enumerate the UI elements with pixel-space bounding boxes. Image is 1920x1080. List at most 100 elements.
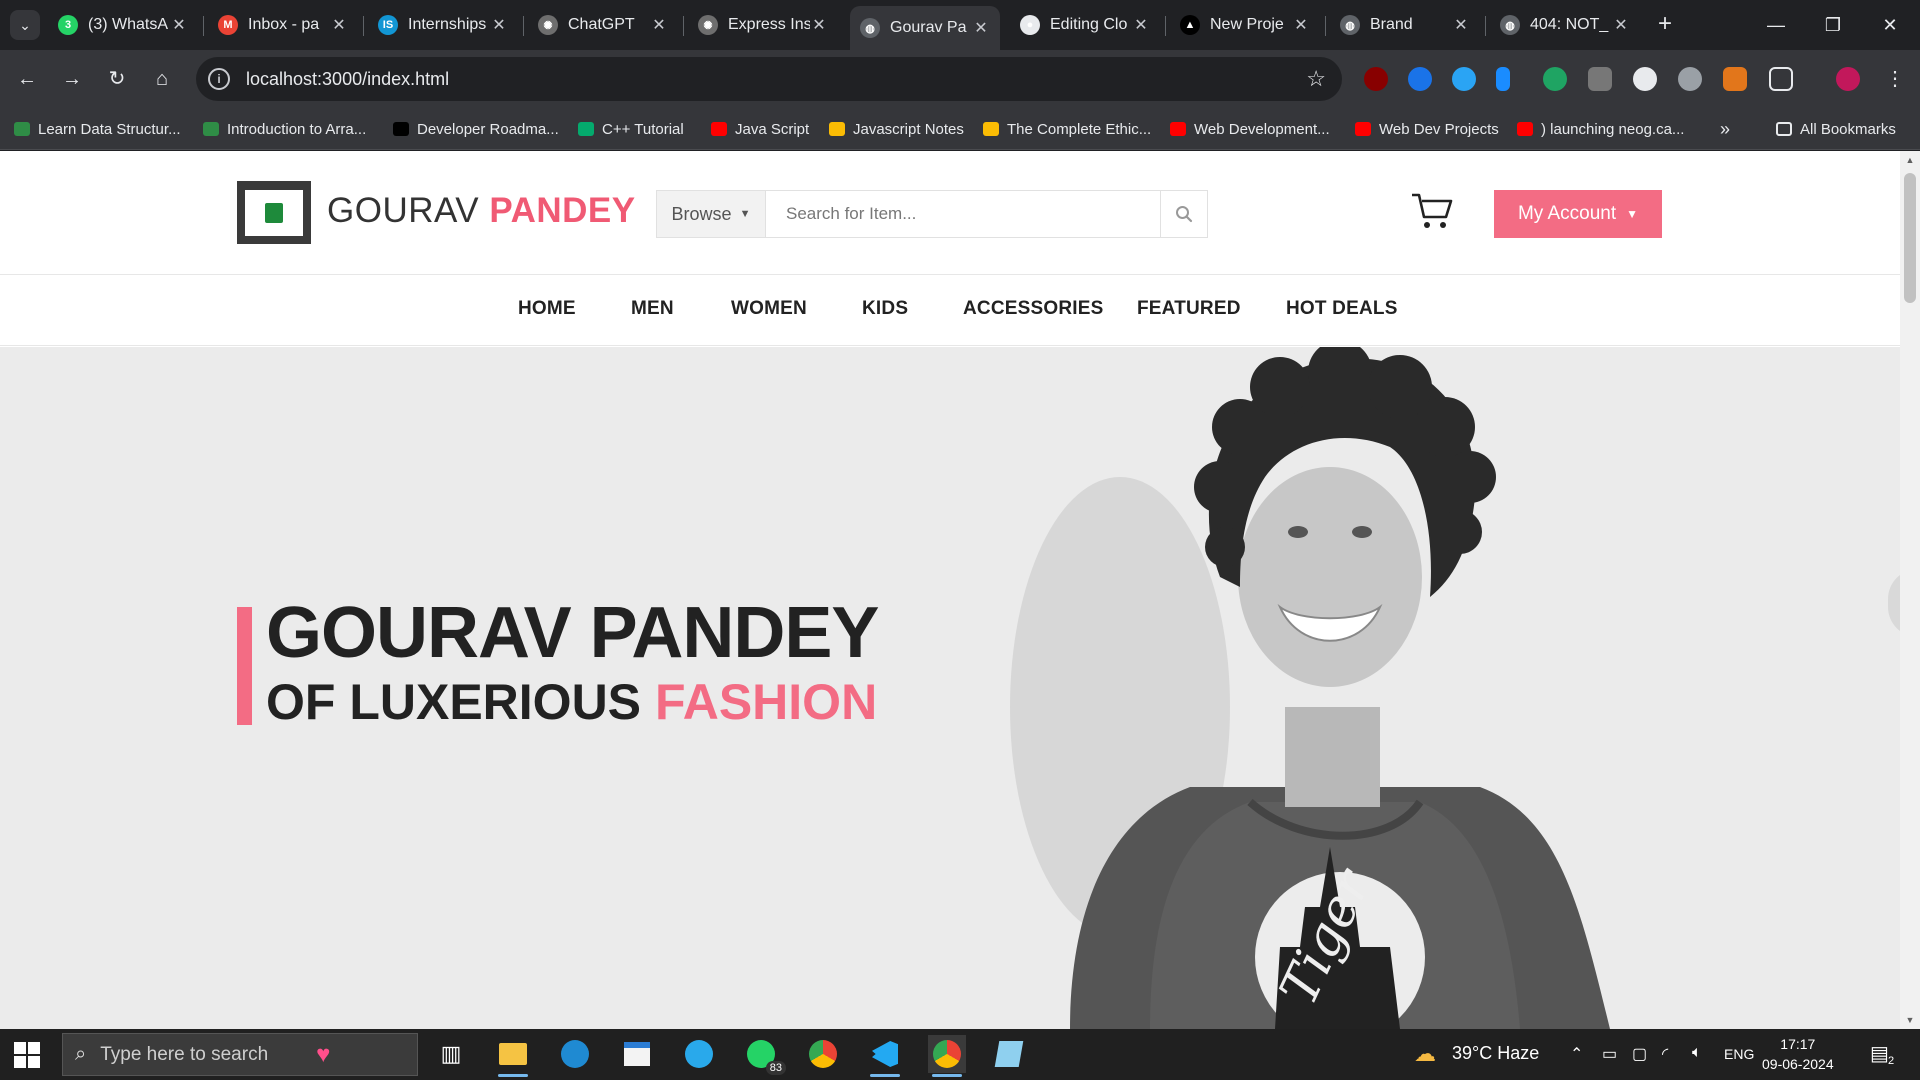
extension-icon[interactable] bbox=[1452, 67, 1476, 91]
bookmark-star-icon[interactable]: ☆ bbox=[1306, 66, 1326, 92]
nav-men[interactable]: MEN bbox=[631, 298, 674, 320]
profile-avatar[interactable] bbox=[1836, 67, 1860, 91]
forward-button[interactable]: → bbox=[57, 64, 87, 94]
browser-tab[interactable]: ◍ 404: NOT_ ✕ bbox=[1490, 6, 1640, 44]
search-button[interactable] bbox=[1160, 191, 1207, 237]
cart-icon[interactable] bbox=[1410, 191, 1454, 231]
close-tab-icon[interactable]: ✕ bbox=[1452, 15, 1470, 35]
bookmark-item[interactable]: Web Development... bbox=[1170, 118, 1330, 140]
ublock-extension-icon[interactable] bbox=[1364, 67, 1388, 91]
browser-tab[interactable]: IS Internships ✕ bbox=[368, 6, 518, 44]
windows-start-icon[interactable] bbox=[14, 1042, 40, 1068]
grammarly-extension-icon[interactable] bbox=[1678, 67, 1702, 91]
browser-menu-icon[interactable]: ⋮ bbox=[1880, 64, 1910, 94]
close-tab-icon[interactable]: ✕ bbox=[330, 15, 348, 35]
side-slider-tab[interactable] bbox=[1888, 569, 1900, 637]
extension-icon[interactable] bbox=[1633, 67, 1657, 91]
bookmark-item[interactable]: Introduction to Arra... bbox=[203, 118, 366, 140]
nav-featured[interactable]: FEATURED bbox=[1137, 298, 1241, 320]
page-scrollbar[interactable]: ▲ ▼ bbox=[1900, 151, 1920, 1029]
browser-tab[interactable]: 3 (3) WhatsA ✕ bbox=[48, 6, 198, 44]
volume-icon[interactable]: 🔈︎ bbox=[1692, 1044, 1702, 1062]
file-explorer-icon[interactable] bbox=[494, 1035, 532, 1077]
vscode-icon[interactable] bbox=[866, 1035, 904, 1077]
scroll-down-arrow[interactable]: ▼ bbox=[1900, 1011, 1920, 1029]
search-input[interactable] bbox=[766, 191, 1160, 237]
notification-center-icon[interactable]: ▤ bbox=[1870, 1041, 1889, 1066]
edge-icon[interactable] bbox=[556, 1035, 594, 1073]
site-logo[interactable] bbox=[237, 181, 311, 244]
bookmarks-overflow-icon[interactable]: » bbox=[1720, 118, 1730, 140]
browser-tab[interactable]: ● Editing Clo ✕ bbox=[1010, 6, 1160, 44]
nav-kids[interactable]: KIDS bbox=[862, 298, 908, 320]
site-brand[interactable]: GOURAV PANDEY bbox=[327, 191, 636, 231]
battery-icon[interactable]: ▭ bbox=[1602, 1044, 1617, 1064]
browse-dropdown[interactable]: Browse ▼ bbox=[657, 191, 766, 237]
chrome-icon[interactable] bbox=[804, 1035, 842, 1073]
store-icon[interactable] bbox=[618, 1035, 656, 1073]
device-icon[interactable]: ▢ bbox=[1632, 1044, 1647, 1064]
scrollbar-thumb[interactable] bbox=[1904, 173, 1916, 303]
back-button[interactable]: ← bbox=[12, 64, 42, 94]
system-clock[interactable]: 17:17 09-06-2024 bbox=[1762, 1034, 1834, 1074]
bookmark-item[interactable]: C++ Tutorial bbox=[578, 118, 684, 140]
bookmark-item[interactable]: Java Script bbox=[711, 118, 809, 140]
nav-accessories[interactable]: ACCESSORIES bbox=[963, 298, 1104, 320]
bookmark-label: The Complete Ethic... bbox=[1007, 120, 1152, 138]
taskbar-search-box[interactable]: ⌕ Type here to search ♥ bbox=[62, 1033, 418, 1076]
whatsapp-icon[interactable]: 83 bbox=[742, 1035, 786, 1075]
bookmark-item[interactable]: Learn Data Structur... bbox=[14, 118, 181, 140]
minimize-button[interactable]: — bbox=[1758, 10, 1794, 40]
address-bar[interactable]: i localhost:3000/index.html ☆ bbox=[196, 57, 1342, 101]
scroll-up-arrow[interactable]: ▲ bbox=[1900, 151, 1920, 169]
tray-chevron-icon[interactable]: ⌃ bbox=[1570, 1044, 1583, 1064]
nav-women[interactable]: WOMEN bbox=[731, 298, 807, 320]
extension-icon[interactable] bbox=[1408, 67, 1432, 91]
weather-icon[interactable]: ☁ bbox=[1414, 1041, 1436, 1067]
reload-button[interactable]: ↻ bbox=[102, 64, 132, 94]
browser-tab[interactable]: ◍ Gourav Pa ✕ bbox=[850, 6, 1000, 50]
close-window-button[interactable]: ✕ bbox=[1872, 10, 1908, 40]
browser-tab[interactable]: M Inbox - pa ✕ bbox=[208, 6, 358, 44]
close-tab-icon[interactable]: ✕ bbox=[810, 15, 828, 35]
restore-button[interactable]: ❐ bbox=[1815, 10, 1851, 40]
browser-tab[interactable]: ✺ ChatGPT ✕ bbox=[528, 6, 678, 44]
close-tab-icon[interactable]: ✕ bbox=[1612, 15, 1630, 35]
site-info-icon[interactable]: i bbox=[208, 68, 230, 90]
chrome-profile-icon[interactable] bbox=[928, 1035, 966, 1077]
browser-tab[interactable]: ◍ Brand ✕ bbox=[1330, 6, 1480, 44]
close-tab-icon[interactable]: ✕ bbox=[1292, 15, 1310, 35]
address-url[interactable]: localhost:3000/index.html bbox=[246, 69, 449, 90]
extension-icon[interactable] bbox=[1496, 67, 1510, 91]
bookmark-item[interactable]: ) launching neog.ca... bbox=[1517, 118, 1684, 140]
browser-tab[interactable]: ✺ Express Ins ✕ bbox=[688, 6, 838, 44]
all-bookmarks-button[interactable]: All Bookmarks bbox=[1776, 118, 1896, 140]
bookmark-item[interactable]: Javascript Notes bbox=[829, 118, 964, 140]
browser-tab[interactable]: ▲ New Proje ✕ bbox=[1170, 6, 1320, 44]
bookmark-item[interactable]: Developer Roadma... bbox=[393, 118, 559, 140]
bookmark-item[interactable]: The Complete Ethic... bbox=[983, 118, 1151, 140]
tab-search-button[interactable]: ⌄ bbox=[10, 10, 40, 40]
close-tab-icon[interactable]: ✕ bbox=[490, 15, 508, 35]
home-button[interactable]: ⌂ bbox=[147, 64, 177, 94]
metamask-extension-icon[interactable] bbox=[1723, 67, 1747, 91]
clock-date: 09-06-2024 bbox=[1762, 1056, 1834, 1072]
bookmark-item[interactable]: Web Dev Projects bbox=[1355, 118, 1499, 140]
my-account-button[interactable]: My Account ▼ bbox=[1494, 190, 1662, 238]
close-tab-icon[interactable]: ✕ bbox=[972, 18, 990, 38]
task-view-icon[interactable]: ▥ bbox=[432, 1035, 470, 1073]
telegram-icon[interactable] bbox=[680, 1035, 718, 1073]
weather-text[interactable]: 39°C Haze bbox=[1452, 1043, 1539, 1064]
close-tab-icon[interactable]: ✕ bbox=[1132, 15, 1150, 35]
close-tab-icon[interactable]: ✕ bbox=[650, 15, 668, 35]
extension-icon[interactable] bbox=[1543, 67, 1567, 91]
nav-hot-deals[interactable]: HOT DEALS bbox=[1286, 298, 1398, 320]
close-tab-icon[interactable]: ✕ bbox=[170, 15, 188, 35]
language-indicator[interactable]: ENG bbox=[1724, 1046, 1754, 1062]
new-tab-button[interactable]: + bbox=[1650, 10, 1680, 40]
extension-icon[interactable] bbox=[1588, 67, 1612, 91]
notepad-icon[interactable] bbox=[990, 1035, 1028, 1073]
nav-home[interactable]: HOME bbox=[518, 298, 576, 320]
extensions-puzzle-icon[interactable] bbox=[1769, 67, 1793, 91]
wifi-icon[interactable]: ◜ bbox=[1662, 1044, 1668, 1064]
